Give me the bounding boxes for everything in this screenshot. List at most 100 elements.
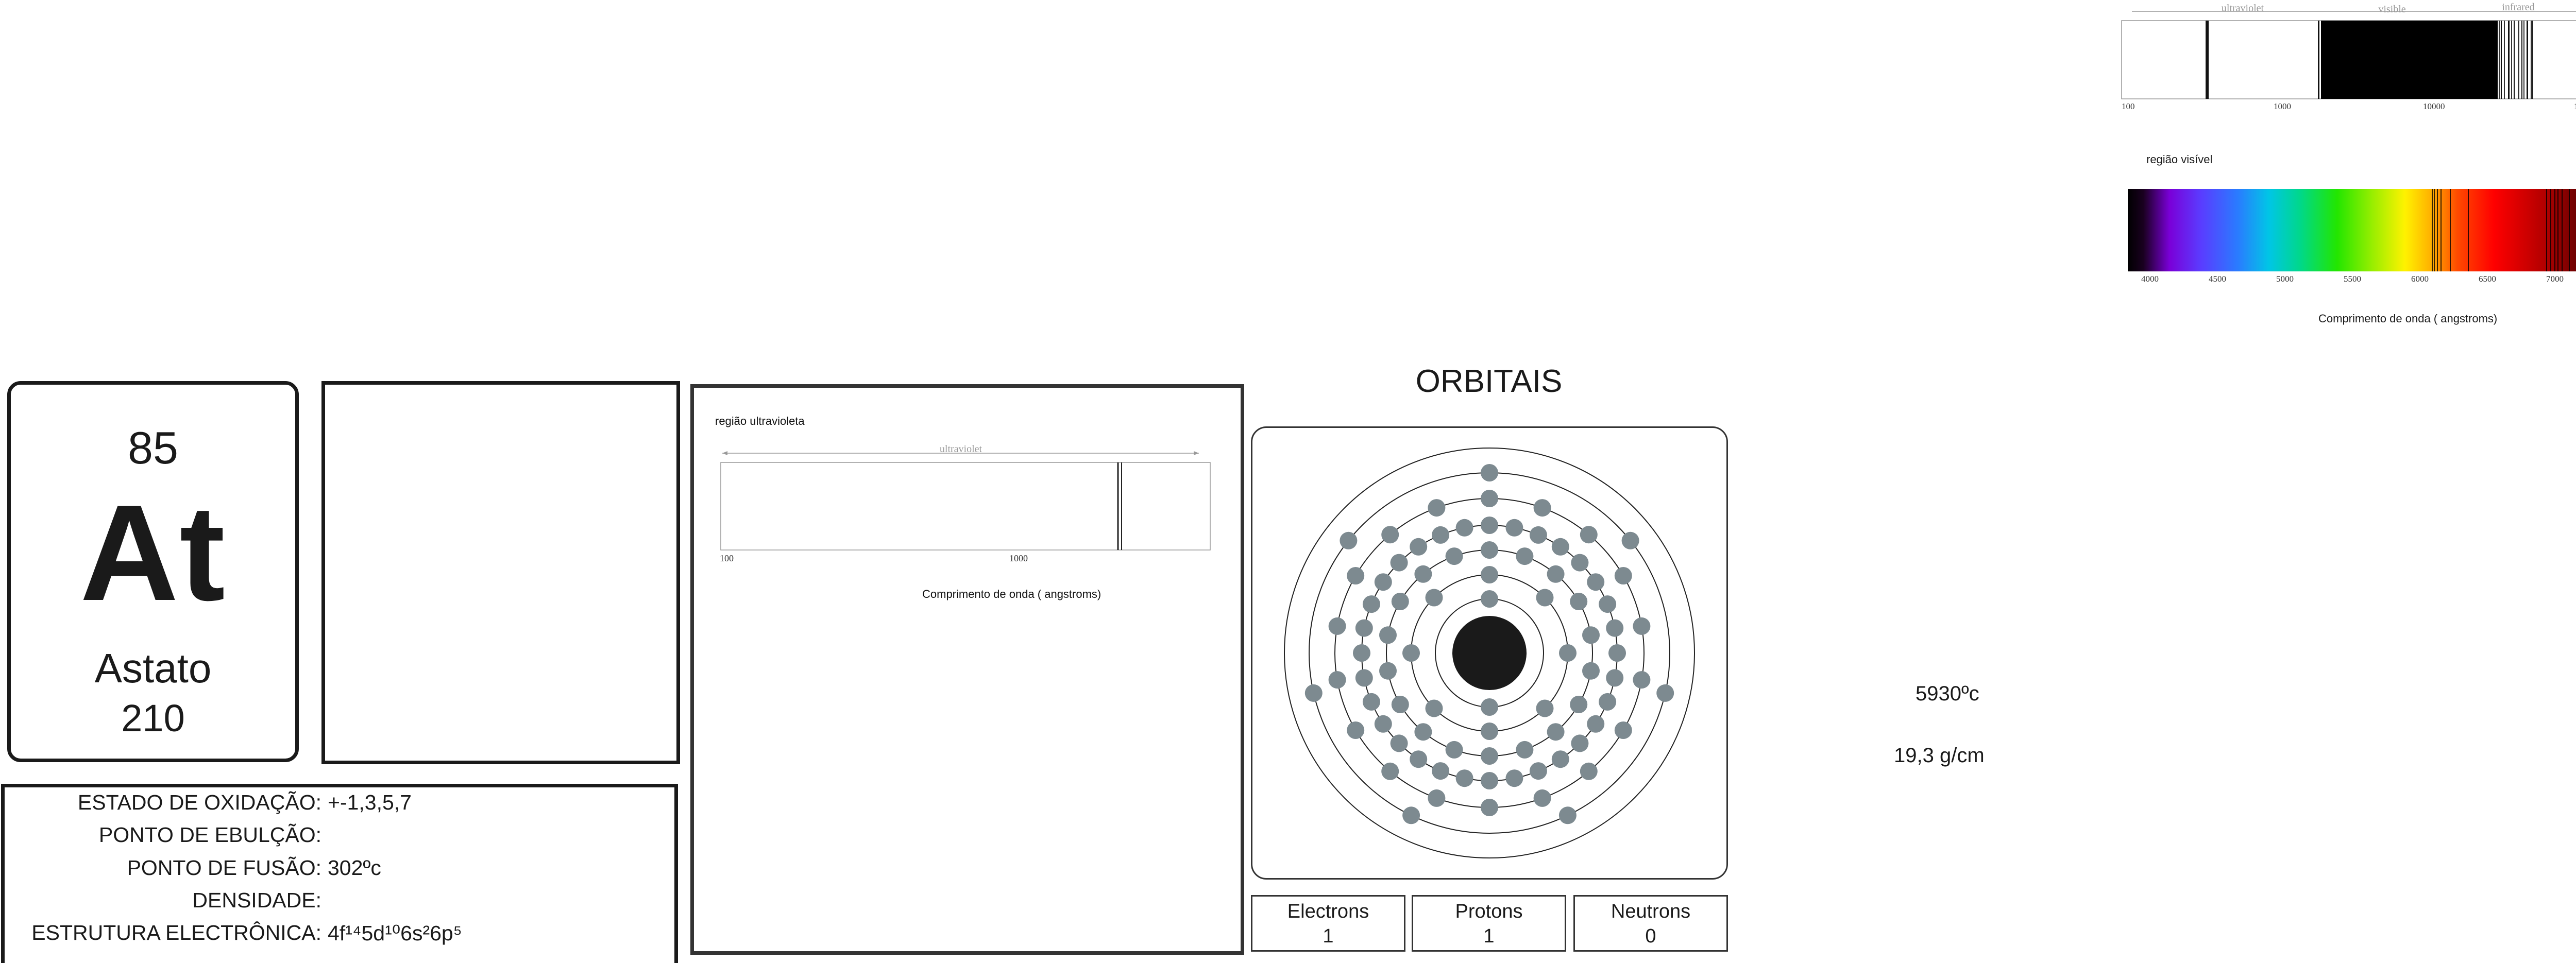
infrared-line	[2501, 21, 2502, 99]
emission-line	[2557, 189, 2558, 271]
full-tick-10000: 10000	[2423, 101, 2445, 111]
visible-tick-label: 4500	[2209, 274, 2226, 284]
property-value: 302ºc	[328, 856, 381, 880]
uv-spectrum-strip	[720, 462, 1211, 551]
uv-xlabel: Comprimento de onda ( angstroms)	[922, 588, 1101, 600]
image-placeholder-box	[321, 381, 680, 764]
emission-line	[2450, 189, 2451, 271]
electron	[1481, 490, 1498, 507]
uv-spectrum-chart: região ultravioleta ultraviolet 100 1000…	[715, 415, 1211, 600]
electron	[1570, 593, 1588, 610]
electron	[1551, 538, 1569, 556]
visible-tick-label: 4000	[2141, 274, 2159, 284]
electron	[1428, 499, 1446, 517]
visible-tick-label: 5500	[2344, 274, 2361, 284]
emission-line	[2441, 189, 2442, 271]
electron	[1559, 644, 1577, 662]
orbitals-title: ORBITAIS	[1415, 364, 1563, 399]
electron	[1481, 566, 1498, 583]
electron	[1374, 715, 1392, 733]
electron	[1481, 799, 1498, 816]
electron	[1606, 619, 1624, 637]
electron	[1362, 595, 1380, 613]
protons-label: Protons	[1455, 901, 1523, 922]
electron	[1390, 554, 1408, 572]
electron	[1587, 573, 1605, 591]
electron	[1606, 669, 1624, 687]
visible-tick-label: 7000	[2546, 274, 2564, 284]
emission-line	[2546, 189, 2547, 271]
electron	[1391, 696, 1409, 713]
electron	[1425, 699, 1443, 717]
nucleus	[1452, 616, 1527, 690]
electron	[1599, 693, 1617, 711]
electron	[1633, 671, 1651, 689]
electron	[1481, 747, 1498, 765]
electron	[1516, 741, 1534, 759]
electron	[1547, 723, 1565, 741]
electron	[1355, 619, 1373, 637]
electron	[1391, 593, 1409, 610]
visible-title: região visível	[2146, 153, 2213, 166]
electron	[1379, 662, 1397, 680]
density-value: 19,3 g/cm	[1894, 744, 1985, 767]
electron	[1533, 499, 1551, 517]
electron	[1304, 684, 1323, 702]
properties-list: ESTADO DE OXIDAÇÃO: +-1,3,5,7 PONTO DE E…	[0, 784, 678, 963]
electron	[1410, 538, 1428, 556]
bohr-model	[1284, 448, 1695, 858]
element-card: 85 At Astato 210	[7, 381, 299, 762]
spectrum-line	[2318, 21, 2319, 99]
electron	[1410, 750, 1428, 768]
electron	[1455, 519, 1473, 537]
electron	[1432, 526, 1450, 544]
electron	[1414, 723, 1432, 741]
electron	[1580, 526, 1598, 544]
electron	[1582, 626, 1600, 644]
infrared-line	[2531, 21, 2532, 99]
emission-line	[2550, 189, 2551, 271]
electron	[1445, 741, 1463, 759]
electrons-label: Electrons	[1287, 901, 1369, 922]
electron	[1587, 715, 1605, 733]
electrons-count-box: Electrons 1	[1251, 895, 1405, 952]
visible-gradient	[2128, 189, 2576, 271]
infrared-line	[2527, 21, 2528, 99]
full-spectrum-panel: ultraviolet visible infrared 100 1000 10…	[2116, 0, 2576, 118]
electron	[1505, 769, 1523, 787]
element-symbol: At	[80, 477, 226, 629]
electron	[1621, 531, 1639, 549]
visible-ticks: 40004500500055006000650070007500	[2141, 274, 2564, 284]
uv-tick-100: 100	[720, 553, 734, 563]
infrared-line	[2499, 21, 2500, 99]
visible-tick-label: 5000	[2276, 274, 2294, 284]
electron	[1599, 595, 1617, 613]
emission-line	[2554, 189, 2555, 271]
electron	[1481, 723, 1498, 740]
electron	[1445, 547, 1463, 565]
protons-value: 1	[1483, 925, 1495, 947]
neutrons-value: 0	[1645, 925, 1656, 947]
uv-arrow-right	[1194, 451, 1199, 455]
full-tick-100: 100	[2122, 101, 2135, 111]
electron	[1570, 696, 1588, 713]
electron	[1481, 541, 1498, 559]
electron	[1381, 526, 1399, 544]
electron	[1516, 547, 1534, 565]
electron	[1558, 806, 1577, 824]
electron	[1390, 734, 1408, 752]
band-infrared: infrared	[2502, 2, 2534, 13]
band-ultraviolet: ultraviolet	[2222, 3, 2264, 14]
property-label: PONTO DE EBULÇÃO:	[98, 823, 321, 847]
electron	[1328, 671, 1346, 689]
atomic-number: 85	[128, 422, 178, 473]
electron	[1608, 644, 1626, 662]
electrons-value: 1	[1323, 925, 1334, 947]
neutrons-label: Neutrons	[1611, 901, 1691, 922]
infrared-line	[2514, 21, 2515, 99]
property-value: +-1,3,5,7	[328, 790, 412, 814]
full-tick-100000: 100000	[2574, 101, 2576, 111]
electron	[1455, 769, 1473, 787]
emission-line	[2434, 189, 2435, 271]
electron	[1481, 772, 1498, 789]
